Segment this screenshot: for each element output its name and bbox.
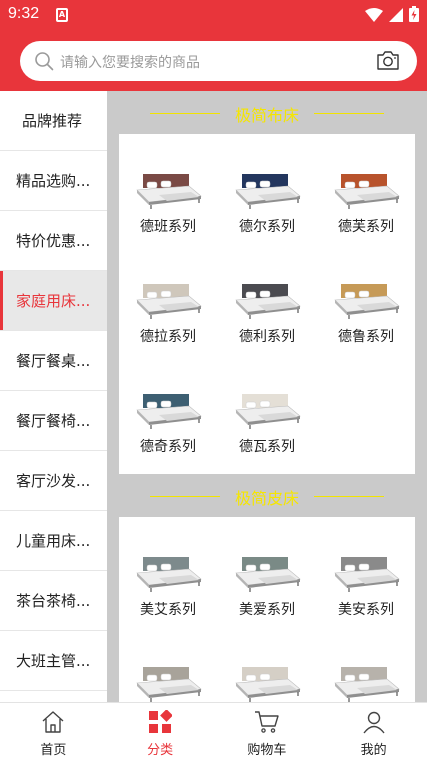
cart-icon xyxy=(254,711,280,738)
tab-cart[interactable]: 购物车 xyxy=(214,703,321,760)
product-item[interactable]: 德奇系列 xyxy=(119,388,217,456)
sidebar-item-label: 精品选购... xyxy=(16,172,91,190)
signal-icon xyxy=(389,7,403,26)
tab-home-label: 首页 xyxy=(40,743,67,758)
product-image xyxy=(218,661,316,702)
status-bar: 9:32 A xyxy=(0,0,427,30)
tab-mine[interactable]: 我的 xyxy=(320,703,427,760)
bottom-nav: 首页 分类 购物车 我的 xyxy=(0,702,427,760)
sidebar-item[interactable]: 精品选购... xyxy=(0,151,107,211)
title-divider xyxy=(314,496,384,497)
camera-icon[interactable] xyxy=(377,50,399,74)
product-image xyxy=(119,661,217,702)
sidebar-item[interactable]: 餐厅餐桌... xyxy=(0,331,107,391)
product-image xyxy=(317,661,415,702)
sidebar-item[interactable]: 餐厅餐椅... xyxy=(0,391,107,451)
product-name: 美安系列 xyxy=(338,602,394,618)
product-image xyxy=(119,168,217,210)
product-item[interactable]: 德拉系列 xyxy=(119,278,217,346)
product-item[interactable] xyxy=(317,661,415,702)
search-icon xyxy=(34,51,54,75)
sidebar-item-label: 客厅沙发... xyxy=(16,472,91,490)
product-image xyxy=(119,388,217,430)
product-item[interactable]: 德芙系列 xyxy=(317,168,415,236)
product-image xyxy=(218,551,316,593)
sidebar-item-label: 品牌推荐 xyxy=(22,112,83,130)
search-box[interactable]: 请输入您要搜索的商品 xyxy=(20,41,417,81)
product-image xyxy=(317,551,415,593)
home-icon xyxy=(40,711,66,738)
tab-home[interactable]: 首页 xyxy=(0,703,107,760)
product-image xyxy=(119,278,217,320)
sidebar-item[interactable]: 品牌推荐 xyxy=(0,91,107,151)
tab-category-label: 分类 xyxy=(147,743,174,758)
category-content: 极简布床德班系列 德尔系列 德芙系列德拉系列 德利系列 德鲁系列德奇系列 德瓦系列极简皮床… xyxy=(107,91,427,702)
top-header: 9:32 A 请输入您要搜索的商品 xyxy=(0,0,427,91)
product-item[interactable]: 德鲁系列 xyxy=(317,278,415,346)
sidebar-item[interactable]: 茶台茶椅... xyxy=(0,571,107,631)
product-name: 德芙系列 xyxy=(338,219,394,235)
product-item[interactable]: 美艾系列 xyxy=(119,551,217,619)
product-name: 德班系列 xyxy=(140,219,196,235)
product-name: 德拉系列 xyxy=(140,329,196,345)
battery-icon xyxy=(409,6,419,26)
product-item[interactable]: 德利系列 xyxy=(218,278,316,346)
search-placeholder[interactable]: 请输入您要搜索的商品 xyxy=(60,52,200,72)
product-item[interactable] xyxy=(218,661,316,702)
status-time: 9:32 xyxy=(8,5,40,22)
tab-category[interactable]: 分类 xyxy=(107,703,214,760)
product-item[interactable]: 德瓦系列 xyxy=(218,388,316,456)
user-icon xyxy=(362,711,386,738)
category-icon xyxy=(148,709,173,738)
sidebar-item-label: 大班主管... xyxy=(16,652,91,670)
product-image xyxy=(218,278,316,320)
product-item[interactable]: 德尔系列 xyxy=(218,168,316,236)
product-item[interactable]: 美安系列 xyxy=(317,551,415,619)
product-name: 德鲁系列 xyxy=(338,329,394,345)
product-image xyxy=(317,278,415,320)
sidebar-item-label: 餐厅餐椅... xyxy=(16,412,91,430)
sim-card-icon: A xyxy=(56,8,68,22)
product-name: 德瓦系列 xyxy=(239,439,295,455)
product-name: 德奇系列 xyxy=(140,439,196,455)
tab-cart-label: 购物车 xyxy=(247,743,287,758)
section-title: 极简皮床 xyxy=(107,474,427,518)
title-divider xyxy=(314,113,384,114)
category-sidebar: 品牌推荐精品选购... 特价优惠... 家庭用床... 餐厅餐桌... 餐厅餐椅... 客… xyxy=(0,91,107,702)
wifi-icon xyxy=(365,7,383,26)
sidebar-item-label: 餐厅餐桌... xyxy=(16,352,91,370)
product-item[interactable]: 美爱系列 xyxy=(218,551,316,619)
sidebar-item-label: 儿童用床... xyxy=(16,532,91,550)
product-name: 德利系列 xyxy=(239,329,295,345)
product-image xyxy=(317,168,415,210)
tab-mine-label: 我的 xyxy=(360,743,387,758)
section-title: 极简布床 xyxy=(107,91,427,135)
sidebar-item[interactable]: 儿童用床... xyxy=(0,511,107,571)
product-grid-card: 美艾系列 美爱系列 美安系列 xyxy=(119,517,415,702)
product-item[interactable] xyxy=(119,661,217,702)
sidebar-item-label: 特价优惠... xyxy=(16,232,91,250)
product-grid-card: 德班系列 德尔系列 德芙系列德拉系列 德利系列 德鲁系列德奇系列 德瓦系列 xyxy=(119,134,415,474)
sidebar-item-label: 家庭用床... xyxy=(16,292,91,310)
product-name: 德尔系列 xyxy=(239,219,295,235)
product-item[interactable]: 德班系列 xyxy=(119,168,217,236)
sidebar-item[interactable]: 大班主管... xyxy=(0,631,107,691)
product-image xyxy=(119,551,217,593)
product-name: 美艾系列 xyxy=(140,602,196,618)
section-title-text: 极简布床 xyxy=(234,106,299,125)
sidebar-item[interactable]: 客厅沙发... xyxy=(0,451,107,511)
product-image xyxy=(218,168,316,210)
product-image xyxy=(218,388,316,430)
product-name: 美爱系列 xyxy=(239,602,295,618)
sidebar-item[interactable]: 家庭用床... xyxy=(0,271,107,331)
sidebar-item[interactable]: 特价优惠... xyxy=(0,211,107,271)
section-title-text: 极简皮床 xyxy=(234,489,299,508)
sidebar-item-label: 茶台茶椅... xyxy=(16,592,91,610)
